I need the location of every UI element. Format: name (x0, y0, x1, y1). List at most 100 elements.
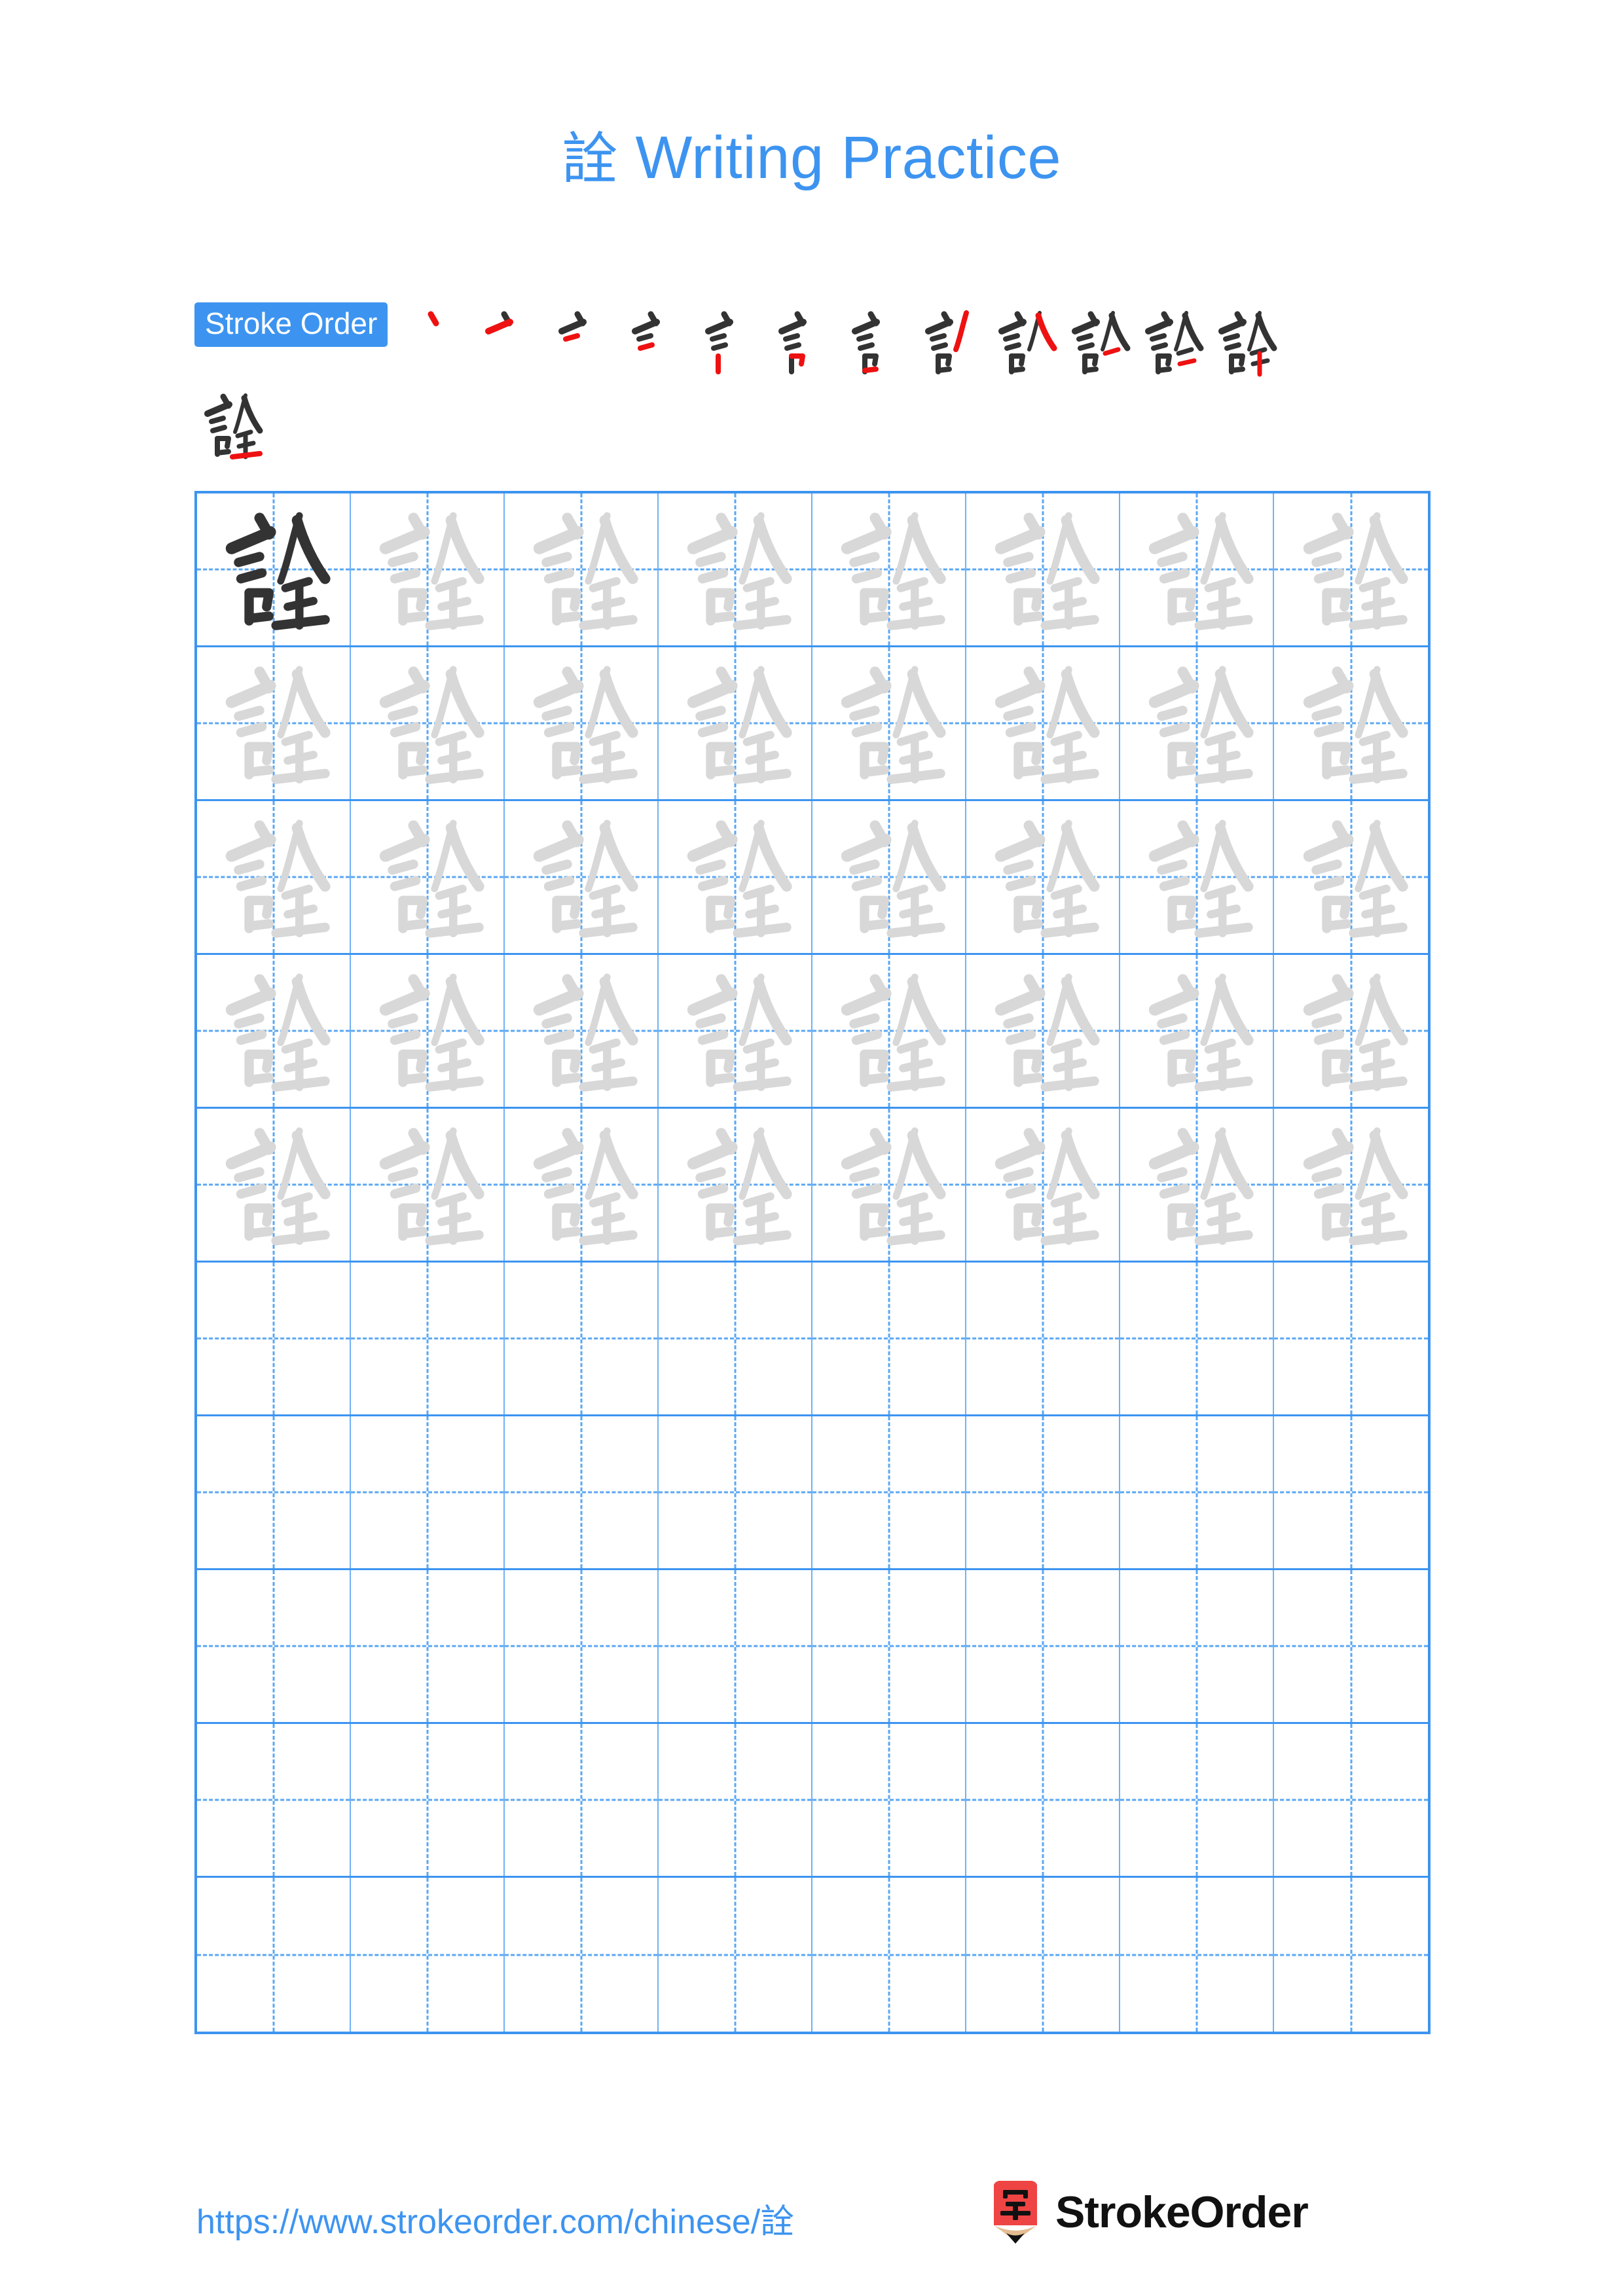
grid-cell-empty[interactable] (812, 1570, 966, 1722)
grid-cell-trace[interactable] (1120, 493, 1274, 645)
grid-cell-trace[interactable] (1274, 801, 1428, 953)
footer-url-link[interactable]: https://www.strokeorder.com/chinese/詮 (196, 2194, 794, 2243)
grid-row (197, 1724, 1428, 1878)
grid-cell-trace[interactable] (966, 647, 1120, 799)
grid-cell-empty[interactable] (505, 1724, 659, 1876)
grid-cell-empty[interactable] (505, 1263, 659, 1414)
grid-cell-trace[interactable] (505, 801, 659, 953)
grid-row (197, 493, 1428, 647)
trace-character (1274, 647, 1428, 799)
grid-cell-empty[interactable] (1120, 1263, 1274, 1414)
grid-cell-empty[interactable] (1274, 1724, 1428, 1876)
grid-cell-trace[interactable] (966, 801, 1120, 953)
grid-cell-trace[interactable] (812, 647, 966, 799)
grid-cell-empty[interactable] (812, 1878, 966, 2032)
trace-character (659, 1109, 811, 1261)
grid-cell-trace[interactable] (1274, 647, 1428, 799)
grid-cell-empty[interactable] (812, 1263, 966, 1414)
trace-character (1274, 493, 1428, 645)
grid-cell-empty[interactable] (966, 1878, 1120, 2032)
grid-cell-trace[interactable] (1120, 955, 1274, 1107)
grid-cell-trace[interactable] (197, 801, 351, 953)
grid-cell-empty[interactable] (1274, 1416, 1428, 1568)
grid-row (197, 1109, 1428, 1263)
grid-cell-trace[interactable] (812, 493, 966, 645)
grid-cell-empty[interactable] (812, 1416, 966, 1568)
grid-cell-trace[interactable] (659, 1109, 812, 1261)
stroke-step-11 (1135, 302, 1209, 380)
stroke-order-badge: Stroke Order (194, 302, 388, 347)
grid-cell-empty[interactable] (1274, 1878, 1428, 2032)
grid-cell-empty[interactable] (197, 1570, 351, 1722)
grid-cell-trace[interactable] (351, 801, 505, 953)
footer-logo[interactable]: StrokeOrder (990, 2179, 1309, 2245)
grid-cell-trace[interactable] (505, 493, 659, 645)
trace-character (505, 801, 657, 953)
grid-cell-empty[interactable] (659, 1416, 812, 1568)
grid-cell-empty[interactable] (966, 1724, 1120, 1876)
trace-character (351, 801, 503, 953)
grid-cell-empty[interactable] (966, 1570, 1120, 1722)
grid-cell-empty[interactable] (1274, 1263, 1428, 1414)
grid-cell-trace[interactable] (659, 801, 812, 953)
stroke-step-13 (194, 385, 268, 462)
grid-cell-trace[interactable] (659, 647, 812, 799)
grid-cell-trace[interactable] (812, 955, 966, 1107)
grid-cell-trace[interactable] (505, 1109, 659, 1261)
grid-cell-empty[interactable] (351, 1263, 505, 1414)
grid-cell-trace[interactable] (812, 1109, 966, 1261)
grid-cell-trace[interactable] (1120, 1109, 1274, 1261)
grid-cell-trace[interactable] (505, 647, 659, 799)
grid-row (197, 955, 1428, 1109)
grid-cell-trace[interactable] (1274, 955, 1428, 1107)
grid-cell-trace[interactable] (351, 647, 505, 799)
grid-cell-empty[interactable] (197, 1878, 351, 2032)
grid-cell-trace[interactable] (1120, 801, 1274, 953)
grid-cell-trace[interactable] (197, 647, 351, 799)
grid-cell-trace[interactable] (505, 955, 659, 1107)
grid-cell-empty[interactable] (351, 1416, 505, 1568)
grid-cell-empty[interactable] (197, 1724, 351, 1876)
grid-cell-empty[interactable] (351, 1724, 505, 1876)
grid-cell-empty[interactable] (505, 1878, 659, 2032)
grid-cell-trace[interactable] (1274, 493, 1428, 645)
grid-cell-trace[interactable] (966, 493, 1120, 645)
grid-cell-empty[interactable] (351, 1878, 505, 2032)
grid-cell-empty[interactable] (966, 1416, 1120, 1568)
grid-cell-empty[interactable] (659, 1724, 812, 1876)
grid-cell-trace[interactable] (1274, 1109, 1428, 1261)
grid-cell-empty[interactable] (505, 1570, 659, 1722)
grid-cell-trace[interactable] (1120, 647, 1274, 799)
grid-cell-empty[interactable] (1120, 1878, 1274, 2032)
trace-character (1274, 1109, 1428, 1261)
grid-cell-empty[interactable] (812, 1724, 966, 1876)
grid-row (197, 1416, 1428, 1570)
grid-cell-trace[interactable] (659, 493, 812, 645)
grid-cell-trace[interactable] (351, 1109, 505, 1261)
practice-grid[interactable] (194, 491, 1431, 2034)
grid-cell-empty[interactable] (659, 1878, 812, 2032)
trace-character (197, 955, 350, 1107)
grid-cell-empty[interactable] (1120, 1724, 1274, 1876)
grid-cell-empty[interactable] (197, 1263, 351, 1414)
grid-cell-empty[interactable] (1274, 1570, 1428, 1722)
grid-cell-trace[interactable] (197, 1109, 351, 1261)
grid-cell-empty[interactable] (659, 1570, 812, 1722)
grid-cell-trace[interactable] (966, 955, 1120, 1107)
stroke-order-steps-continued (194, 385, 268, 462)
grid-cell-trace[interactable] (659, 955, 812, 1107)
grid-cell-empty[interactable] (966, 1263, 1120, 1414)
grid-cell-trace[interactable] (351, 955, 505, 1107)
grid-cell-empty[interactable] (659, 1263, 812, 1414)
grid-cell-empty[interactable] (1120, 1416, 1274, 1568)
grid-cell-trace[interactable] (812, 801, 966, 953)
grid-row (197, 1570, 1428, 1724)
grid-cell-model[interactable] (197, 493, 351, 645)
grid-cell-trace[interactable] (966, 1109, 1120, 1261)
grid-cell-empty[interactable] (351, 1570, 505, 1722)
grid-cell-trace[interactable] (197, 955, 351, 1107)
grid-cell-empty[interactable] (197, 1416, 351, 1568)
grid-cell-trace[interactable] (351, 493, 505, 645)
grid-cell-empty[interactable] (505, 1416, 659, 1568)
grid-cell-empty[interactable] (1120, 1570, 1274, 1722)
